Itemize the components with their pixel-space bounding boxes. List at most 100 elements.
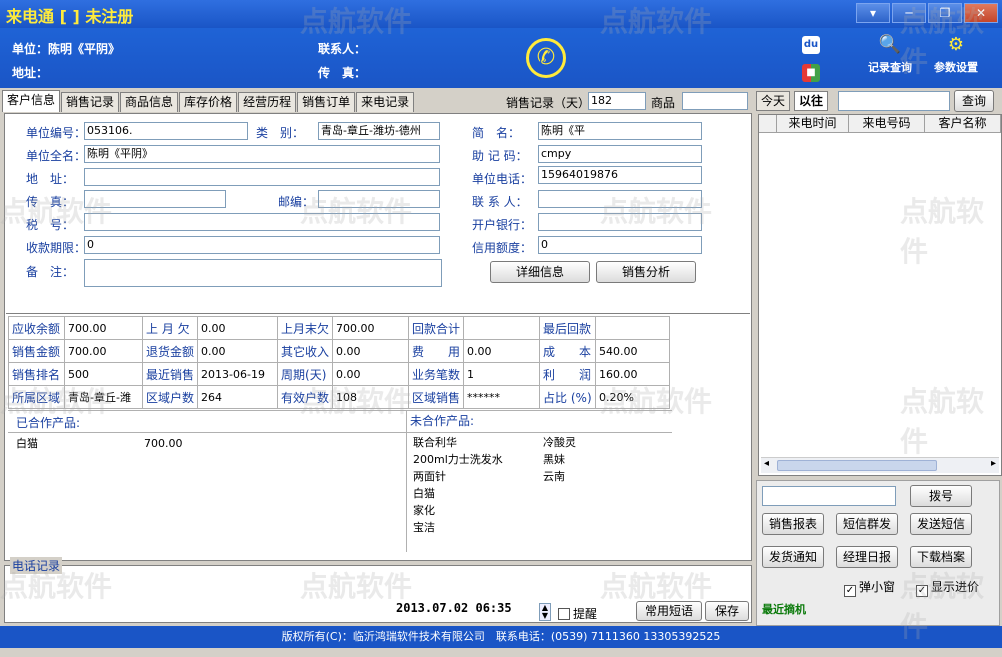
stat-key: 上 月 欠 xyxy=(141,316,199,340)
tab-sales-orders[interactable]: 销售订单 xyxy=(297,92,356,112)
fax-input[interactable] xyxy=(84,190,226,208)
bank-label: 开户银行： xyxy=(472,218,533,232)
popup-checkbox[interactable]: ✓ 弹小窗 xyxy=(844,578,895,597)
dial-button[interactable]: 拨号 xyxy=(910,485,972,507)
list-item: 两面针 xyxy=(413,470,446,483)
call-list-header: 来电时间 来电号码 客户名称 xyxy=(759,115,1001,133)
stat-key: 区域户数 xyxy=(141,385,199,409)
checkbox-box xyxy=(558,608,570,620)
contact-info: 联系人： xyxy=(318,42,367,56)
sms-group-button[interactable]: 短信群发 xyxy=(836,513,898,535)
product-input[interactable] xyxy=(682,92,748,110)
stat-key: 回款合计 xyxy=(408,316,465,340)
common-phrases-button[interactable]: 常用短语 xyxy=(636,601,702,621)
remind-checkbox[interactable]: 提醒 xyxy=(558,605,597,622)
stat-value: 0.00 xyxy=(332,362,410,386)
header-cell xyxy=(759,115,777,132)
stat-value: 0.00 xyxy=(332,339,410,363)
short-name-label: 简 名： xyxy=(472,126,521,140)
not-cooperated-label: 未合作产品: xyxy=(410,414,475,428)
sales-report-button[interactable]: 销售报表 xyxy=(762,513,824,535)
sales-analysis-button[interactable]: 销售分析 xyxy=(596,261,696,283)
minimize-button[interactable]: ─ xyxy=(892,3,926,23)
category-input[interactable]: 青岛-章丘-潍坊-德州 xyxy=(318,122,440,140)
short-name-input[interactable]: 陈明《平 xyxy=(538,122,702,140)
table-row: 应收余额 700.00 上 月 欠 0.00 上月末欠 700.00 回款合计 … xyxy=(8,316,671,340)
tab-inventory-price[interactable]: 库存价格 xyxy=(179,92,238,112)
main-tabs: 客户信息 销售记录 商品信息 库存价格 经营历程 销售订单 来电记录 xyxy=(2,90,415,112)
call-search-input[interactable] xyxy=(838,91,950,111)
bank-input[interactable] xyxy=(538,213,702,231)
scroll-left-icon[interactable]: ◂ xyxy=(764,458,769,469)
stat-value: 2013-06-19 xyxy=(197,362,279,386)
remark-label: 备 注： xyxy=(26,265,75,279)
list-item: 宝洁 xyxy=(413,521,435,534)
credit-input[interactable]: 0 xyxy=(538,236,702,254)
tab-sales-records[interactable]: 销售记录 xyxy=(61,92,120,112)
show-progress-label: 显示进价 xyxy=(931,580,980,594)
ship-notice-button[interactable]: 发货通知 xyxy=(762,546,824,568)
unit-phone-label: 单位电话： xyxy=(472,172,533,186)
tab-today[interactable]: 今天 xyxy=(756,91,791,111)
full-name-input[interactable]: 陈明《平阴》 xyxy=(84,145,440,163)
tax-label: 税 号： xyxy=(26,218,75,232)
tab-past[interactable]: 以往 xyxy=(794,91,829,111)
stat-key: 退货金额 xyxy=(141,339,199,363)
scroll-thumb[interactable] xyxy=(777,460,937,471)
header-cell[interactable]: 来电号码 xyxy=(849,115,925,132)
stat-key: 最后回款 xyxy=(539,316,597,340)
list-item: 白猫 xyxy=(413,487,435,500)
unit-phone-input[interactable]: 15964019876 xyxy=(538,166,702,184)
settings-button[interactable]: ⚙ 参数设置 xyxy=(928,34,984,75)
mnemonic-input[interactable]: cmpy xyxy=(538,145,702,163)
stat-key: 所属区域 xyxy=(8,385,65,409)
maximize-button[interactable]: ❐ xyxy=(928,3,962,23)
payment-term-input[interactable]: 0 xyxy=(84,236,440,254)
stat-value: 540.00 xyxy=(595,339,671,363)
stat-value: 0.00 xyxy=(197,316,279,340)
call-list[interactable]: 来电时间 来电号码 客户名称 ◂ ▸ xyxy=(758,114,1002,476)
postcode-label: 邮编： xyxy=(278,195,315,209)
footer: 版权所有(C)：临沂鸿瑞软件技术有限公司 联系电话：(0539) 7111360… xyxy=(0,626,1002,648)
stat-value: 0.00 xyxy=(197,339,279,363)
payment-term-label: 收款期限： xyxy=(26,241,87,255)
cooperated-label: 已合作产品: xyxy=(16,416,81,430)
download-button[interactable]: 下载档案 xyxy=(910,546,972,568)
postcode-input[interactable] xyxy=(318,190,440,208)
tab-call-records[interactable]: 来电记录 xyxy=(356,92,415,112)
list-item-amount: 700.00 xyxy=(144,437,183,450)
app-icon[interactable]: ■ xyxy=(802,64,820,82)
send-sms-button[interactable]: 发送短信 xyxy=(910,513,972,535)
baidu-icon[interactable]: du xyxy=(802,36,820,54)
search-records-button[interactable]: 🔍 记录查询 xyxy=(862,34,918,75)
menu-button[interactable]: ▾ xyxy=(856,3,890,23)
save-button[interactable]: 保存 xyxy=(705,601,749,621)
mnemonic-label: 助 记 码： xyxy=(472,149,528,163)
manager-daily-button[interactable]: 经理日报 xyxy=(836,546,898,568)
datetime-spinner[interactable]: ▲ ▼ xyxy=(539,603,551,621)
tab-product-info[interactable]: 商品信息 xyxy=(120,92,179,112)
close-button[interactable]: ✕ xyxy=(964,3,998,23)
not-cooperated-col1: 联合利华 200ml力士洗发水 两面针 白猫 家化 宝洁 xyxy=(413,434,503,536)
dial-input[interactable] xyxy=(762,486,896,506)
datetime-display: 2013.07.02 06:35 xyxy=(396,601,512,615)
search-icon: 🔍 xyxy=(878,34,902,55)
remark-input[interactable] xyxy=(84,259,442,287)
sales-days-input[interactable]: 182 xyxy=(588,92,646,110)
unit-code-input[interactable]: 053106. xyxy=(84,122,248,140)
checkbox-checked: ✓ xyxy=(844,585,856,597)
show-progress-checkbox[interactable]: ✓ 显示进价 xyxy=(916,578,979,597)
tab-business-history[interactable]: 经营历程 xyxy=(238,92,297,112)
detail-info-button[interactable]: 详细信息 xyxy=(490,261,590,283)
horizontal-scrollbar[interactable]: ◂ ▸ xyxy=(761,457,999,473)
list-item: 家化 xyxy=(413,504,435,517)
query-button[interactable]: 查询 xyxy=(954,90,994,112)
address-input[interactable] xyxy=(84,168,440,186)
stat-key: 业务笔数 xyxy=(408,362,465,386)
tab-customer-info[interactable]: 客户信息 xyxy=(2,90,61,112)
contact-input[interactable] xyxy=(538,190,702,208)
tax-input[interactable] xyxy=(84,213,440,231)
header-cell[interactable]: 客户名称 xyxy=(925,115,1001,132)
header-cell[interactable]: 来电时间 xyxy=(777,115,849,132)
scroll-right-icon[interactable]: ▸ xyxy=(991,458,996,469)
